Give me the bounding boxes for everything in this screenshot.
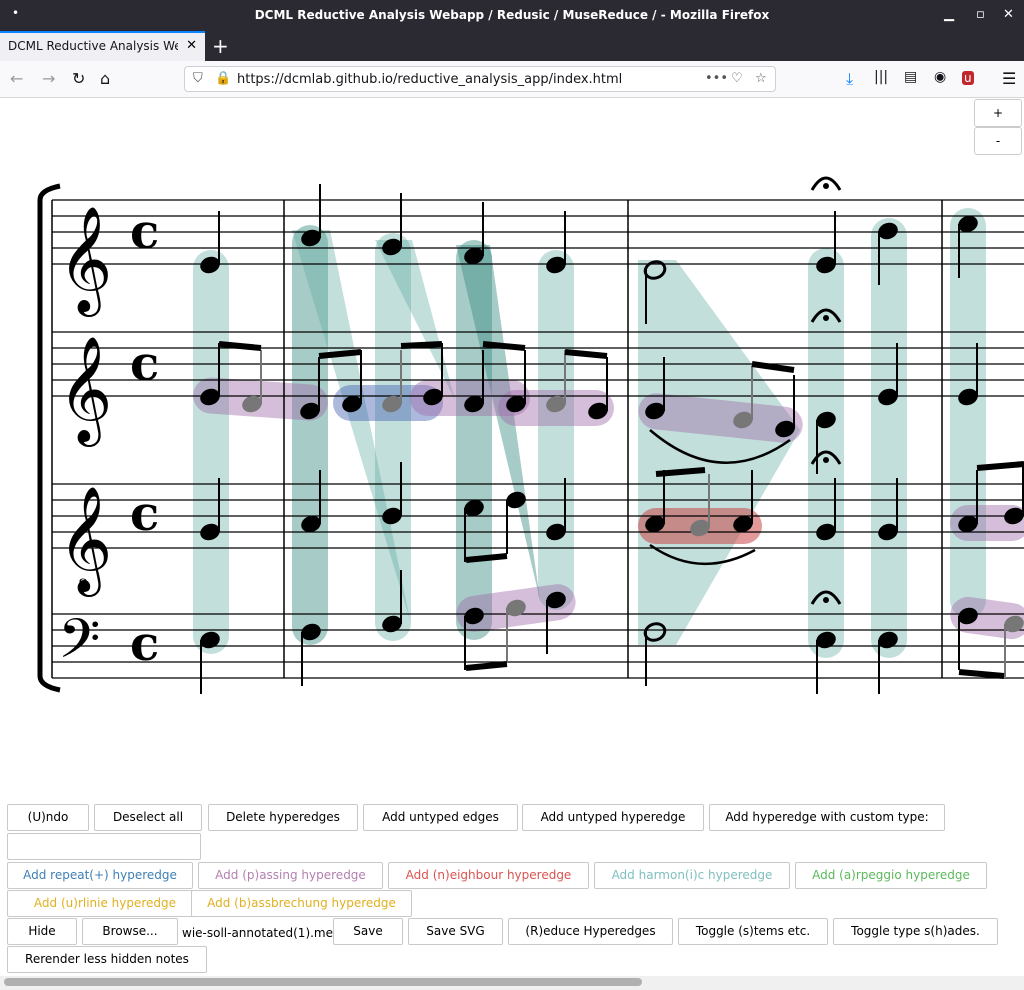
harmonic-shade[interactable]: [950, 208, 986, 618]
add-untyped-edges-button[interactable]: Add untyped edges: [363, 804, 518, 831]
fermata-dot: [823, 183, 829, 189]
harmonic-shade[interactable]: [871, 218, 907, 658]
sidebar-icon[interactable]: ▤: [904, 69, 917, 85]
octave-marking: 8: [78, 575, 88, 594]
lock-icon: 🔒: [215, 71, 232, 86]
time-signature-2: c: [130, 336, 159, 392]
harmonic-shade[interactable]: [193, 250, 229, 654]
new-tab-icon[interactable]: +: [212, 34, 229, 58]
time-signature-1: c: [130, 204, 159, 260]
music-score[interactable]: 𝄞 𝄞 𝄞 8 𝄢 c c c c: [0, 97, 1024, 787]
custom-type-input[interactable]: [7, 833, 201, 860]
close-window-icon[interactable]: ✕: [1003, 7, 1014, 22]
bass-clef: 𝄢: [58, 607, 100, 684]
hyperedge-shades[interactable]: [192, 208, 1024, 658]
fermata-dot: [823, 597, 829, 603]
library-icon[interactable]: |||: [874, 69, 888, 85]
loaded-filename: wie-soll-annotated(1).mei: [182, 926, 337, 940]
tab-label: DCML Reductive Analysis Web: [8, 39, 178, 53]
save-svg-button[interactable]: Save SVG: [408, 918, 503, 945]
close-tab-icon[interactable]: ✕: [186, 38, 197, 53]
add-harmonic-hyperedge-button[interactable]: Add harmon(i)c hyperedge: [594, 862, 790, 889]
toggle-shades-button[interactable]: Toggle type s(h)ades.: [833, 918, 998, 945]
undo-button[interactable]: (U)ndo: [7, 804, 89, 831]
tab-bar: DCML Reductive Analysis Web ✕ +: [0, 31, 1024, 61]
deselect-all-button[interactable]: Deselect all: [94, 804, 202, 831]
tab-active[interactable]: DCML Reductive Analysis Web ✕: [0, 31, 205, 61]
harmonic-shade-wedge[interactable]: [638, 260, 800, 645]
add-bassbrechung-hyperedge-button[interactable]: Add (b)assbrechung hyperedge: [191, 890, 412, 917]
beam: [400, 341, 443, 349]
hide-button[interactable]: Hide: [7, 918, 77, 945]
minimize-icon[interactable]: ▁: [944, 7, 954, 22]
treble-clef-2: 𝄞: [58, 335, 112, 447]
treble-clef: 𝄞: [58, 205, 112, 317]
app-menu-icon[interactable]: ☰: [1002, 69, 1016, 88]
home-icon[interactable]: ⌂: [100, 69, 110, 88]
save-button[interactable]: Save: [333, 918, 403, 945]
window-title: DCML Reductive Analysis Webapp / Redusic…: [254, 8, 770, 22]
reload-icon[interactable]: ↻: [72, 69, 85, 88]
beam: [751, 361, 795, 373]
pocket-icon[interactable]: ♡: [731, 71, 743, 86]
time-signature-3: c: [130, 486, 159, 542]
toggle-stems-button[interactable]: Toggle (s)tems etc.: [678, 918, 828, 945]
rerender-button[interactable]: Rerender less hidden notes: [7, 946, 207, 973]
nav-bar: ← → ↻ ⌂ ⛉ 🔒 https://dcmlab.github.io/red…: [0, 61, 1024, 98]
beam: [482, 341, 526, 351]
beam: [465, 661, 508, 671]
add-arpeggio-hyperedge-button[interactable]: Add (a)rpeggio hyperedge: [795, 862, 987, 889]
fermata-dot: [823, 315, 829, 321]
time-signature-4: c: [130, 616, 159, 672]
beam: [218, 341, 262, 351]
forward-icon[interactable]: →: [42, 69, 55, 88]
beam: [958, 669, 1005, 679]
add-neighbour-hyperedge-button[interactable]: Add (n)eighbour hyperedge: [388, 862, 589, 889]
account-icon[interactable]: ◉: [934, 69, 946, 85]
window-titlebar: • DCML Reductive Analysis Webapp / Redus…: [0, 0, 1024, 31]
horizontal-scrollbar[interactable]: [0, 976, 1024, 990]
add-repeat-hyperedge-button[interactable]: Add repeat(+) hyperedge: [7, 862, 193, 889]
add-passing-hyperedge-button[interactable]: Add (p)assing hyperedge: [198, 862, 383, 889]
beam: [465, 553, 508, 563]
add-custom-hyperedge-button[interactable]: Add hyperedge with custom type:: [709, 804, 945, 831]
downloads-icon[interactable]: ⤓: [846, 69, 853, 89]
shield-icon[interactable]: ⛉: [193, 71, 203, 86]
back-icon[interactable]: ←: [10, 69, 23, 88]
fermata-dot: [823, 457, 829, 463]
beam: [564, 349, 608, 359]
harmonic-shade[interactable]: [538, 250, 574, 610]
beam: [976, 461, 1024, 471]
beam: [655, 467, 706, 477]
browse-button[interactable]: Browse...: [82, 918, 178, 945]
bookmark-star-icon[interactable]: ☆: [755, 71, 767, 86]
scrollbar-thumb[interactable]: [4, 978, 642, 986]
add-urlinie-hyperedge-button[interactable]: Add (u)rlinie hyperedge: [7, 890, 203, 917]
ublock-icon[interactable]: u: [962, 71, 974, 85]
beam: [318, 349, 362, 359]
delete-hyperedges-button[interactable]: Delete hyperedges: [208, 804, 358, 831]
more-actions-icon[interactable]: •••: [705, 71, 728, 86]
maximize-icon[interactable]: ▫: [976, 7, 985, 22]
url-text[interactable]: https://dcmlab.github.io/reductive_analy…: [237, 72, 622, 87]
add-untyped-hyperedge-button[interactable]: Add untyped hyperedge: [522, 804, 704, 831]
reduce-hyperedges-button[interactable]: (R)educe Hyperedges: [508, 918, 673, 945]
url-bar[interactable]: ⛉ 🔒 https://dcmlab.github.io/reductive_a…: [184, 66, 776, 92]
